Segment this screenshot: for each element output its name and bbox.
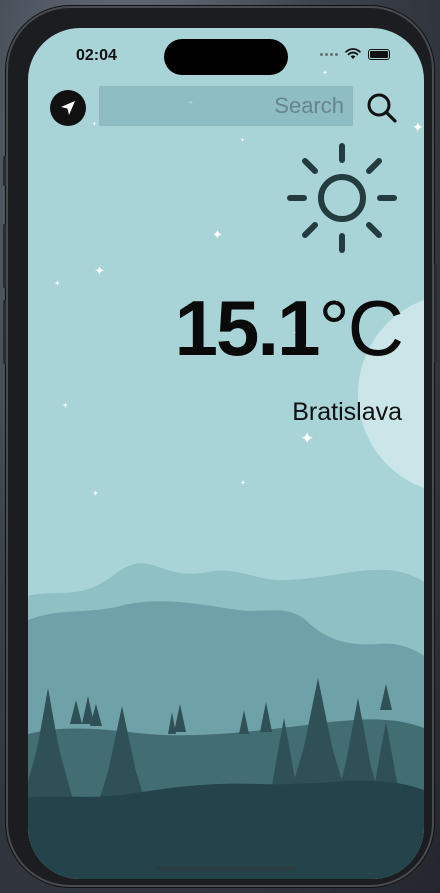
app-screen: ✦ ✦ ✦ ✦ ✦ ✦ ✦ ✦ ✦ ✦ ✦ ✦ ✦ xyxy=(28,28,424,879)
landscape-illustration xyxy=(28,563,424,879)
phone-frame: ✦ ✦ ✦ ✦ ✦ ✦ ✦ ✦ ✦ ✦ ✦ ✦ ✦ xyxy=(3,6,437,887)
star: ✦ xyxy=(240,480,246,487)
star: ✦ xyxy=(94,263,105,278)
home-indicator xyxy=(156,866,296,871)
status-bar: 02:04 xyxy=(28,28,424,82)
action-button xyxy=(3,156,6,186)
star: ✦ xyxy=(212,227,223,242)
power-button xyxy=(434,264,437,362)
wifi-icon xyxy=(345,48,361,59)
battery-icon xyxy=(368,48,390,60)
star: ✦ xyxy=(240,138,246,144)
temperature-display: 15.1°C xyxy=(174,283,404,374)
star: ✦ xyxy=(54,279,61,288)
volume-up-button xyxy=(3,224,6,288)
star: ✦ xyxy=(92,489,99,498)
star: ✦ xyxy=(300,429,315,448)
search-button[interactable] xyxy=(362,88,402,128)
star: ✦ xyxy=(62,401,69,410)
location-arrow-icon xyxy=(61,101,75,115)
dynamic-island xyxy=(164,39,288,75)
city-name: Bratislava xyxy=(292,398,402,426)
sun-icon xyxy=(287,143,397,253)
search-input[interactable] xyxy=(99,86,353,126)
status-time: 02:04 xyxy=(76,47,117,64)
location-button[interactable] xyxy=(50,90,86,126)
search-bar xyxy=(28,86,424,130)
cellular-signal-icon xyxy=(320,52,338,56)
temperature-unit: °C xyxy=(318,284,404,372)
temperature-value: 15.1 xyxy=(174,284,321,372)
search-icon xyxy=(367,93,397,123)
volume-down-button xyxy=(3,300,6,364)
status-icons xyxy=(320,48,390,60)
